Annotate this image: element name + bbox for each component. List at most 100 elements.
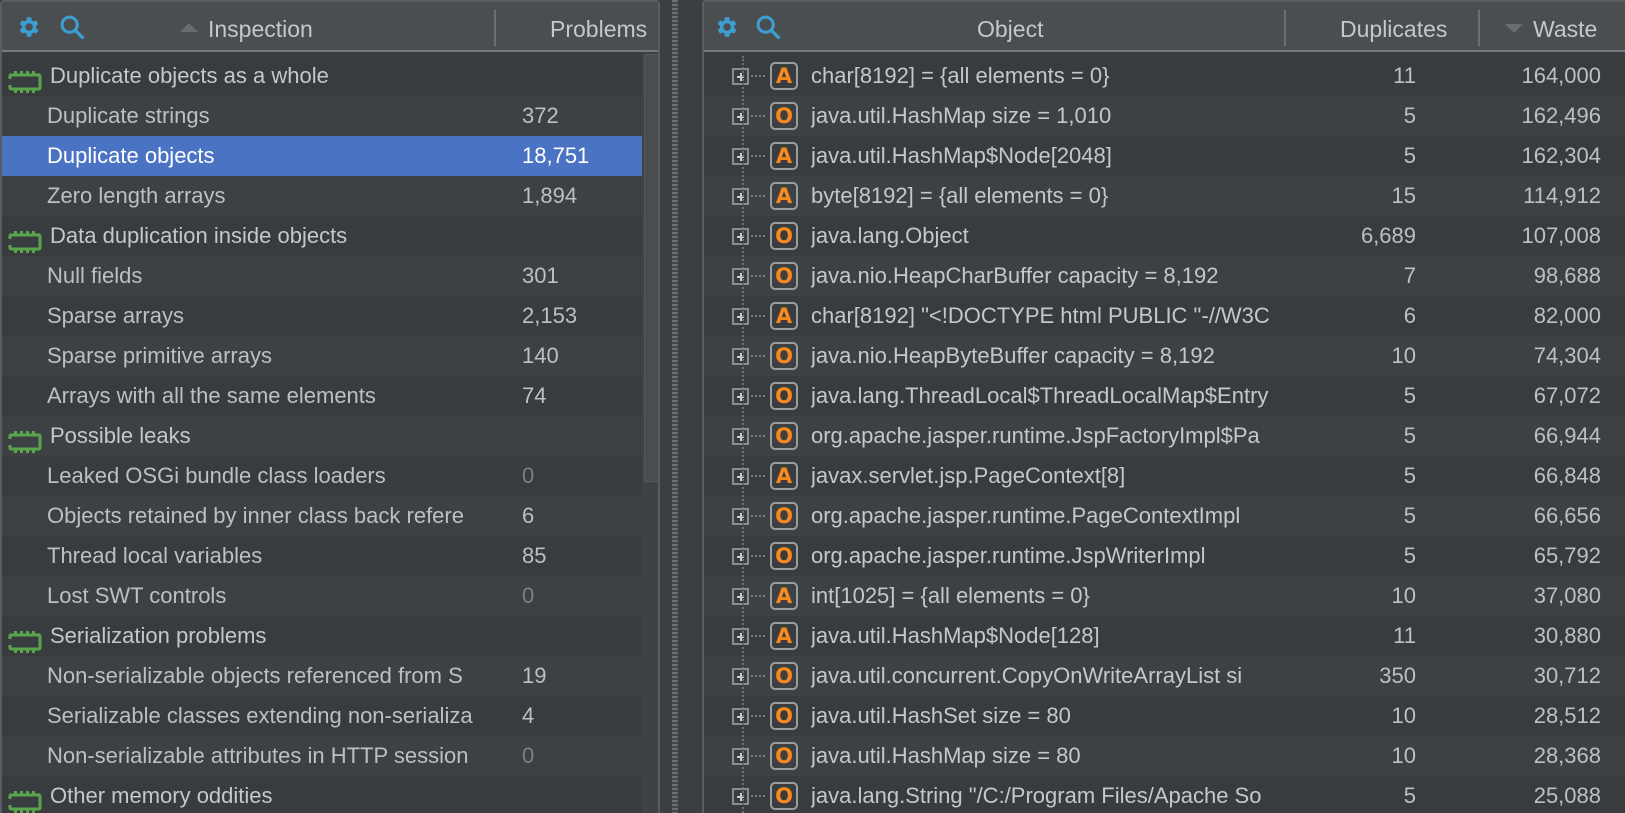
tree-connector bbox=[751, 595, 765, 597]
object-row[interactable]: Oorg.apache.jasper.runtime.PageContextIm… bbox=[704, 496, 1625, 536]
object-row[interactable]: Oorg.apache.jasper.runtime.JspFactoryImp… bbox=[704, 416, 1625, 456]
expand-icon[interactable] bbox=[732, 428, 749, 445]
splitter-grip[interactable] bbox=[672, 0, 678, 813]
object-row[interactable]: Ojava.lang.ThreadLocal$ThreadLocalMap$En… bbox=[704, 376, 1625, 416]
expand-icon[interactable] bbox=[732, 228, 749, 245]
expand-icon[interactable] bbox=[732, 628, 749, 645]
expand-icon[interactable] bbox=[732, 588, 749, 605]
column-divider[interactable] bbox=[494, 10, 496, 46]
expand-icon[interactable] bbox=[732, 188, 749, 205]
waste-bytes: 107,008 bbox=[1521, 223, 1601, 248]
object-row[interactable]: Ojava.util.HashMap size = 80 10 28,368 bbox=[704, 736, 1625, 776]
problem-count: 74 bbox=[522, 383, 547, 408]
inspection-row[interactable]: Serializable classes extending non-seria… bbox=[2, 696, 658, 736]
object-label: org.apache.jasper.runtime.PageContextImp… bbox=[811, 503, 1241, 528]
duplicates-count: 350 bbox=[1379, 663, 1416, 688]
object-row[interactable]: Aint[1025] = {all elements = 0} 10 37,080 bbox=[704, 576, 1625, 616]
object-row[interactable]: Ojava.lang.Object 6,689 107,008 bbox=[704, 216, 1625, 256]
gear-icon[interactable] bbox=[14, 13, 42, 41]
expand-icon[interactable] bbox=[732, 548, 749, 565]
tree-connector bbox=[751, 555, 765, 557]
expand-icon[interactable] bbox=[732, 268, 749, 285]
object-row[interactable]: Ojava.util.HashMap size = 1,010 5 162,496 bbox=[704, 96, 1625, 136]
expand-icon[interactable] bbox=[732, 708, 749, 725]
problem-count: 0 bbox=[522, 743, 535, 768]
object-row[interactable]: Ajavax.servlet.jsp.PageContext[8] 5 66,848 bbox=[704, 456, 1625, 496]
tree-connector bbox=[751, 115, 765, 117]
object-row[interactable]: Ojava.lang.String "/C:/Program Files/Apa… bbox=[704, 776, 1625, 813]
waste-bytes: 114,912 bbox=[1523, 183, 1601, 208]
inspection-row[interactable]: Zero length arrays 1,894 bbox=[2, 176, 658, 216]
object-label: java.lang.ThreadLocal$ThreadLocalMap$Ent… bbox=[811, 383, 1269, 408]
inspection-row[interactable]: Objects retained by inner class back ref… bbox=[2, 496, 658, 536]
object-row[interactable]: Ajava.util.HashMap$Node[2048] 5 162,304 bbox=[704, 136, 1625, 176]
inspection-category[interactable]: Other memory oddities bbox=[2, 776, 658, 813]
expand-icon[interactable] bbox=[732, 508, 749, 525]
array-kind-icon: A bbox=[770, 142, 798, 170]
column-header-waste[interactable]: Waste bbox=[1505, 2, 1597, 52]
inspection-row[interactable]: Duplicate objects 18,751 bbox=[2, 136, 658, 176]
expand-icon[interactable] bbox=[732, 68, 749, 85]
expand-icon[interactable] bbox=[732, 748, 749, 765]
pane-splitter[interactable] bbox=[664, 0, 694, 813]
column-header-inspection[interactable]: Inspection bbox=[180, 2, 313, 52]
inspections-tree: Duplicate objects as a whole Duplicate st… bbox=[2, 56, 658, 813]
expand-icon[interactable] bbox=[732, 668, 749, 685]
inspection-row[interactable]: Sparse primitive arrays 140 bbox=[2, 336, 658, 376]
object-row[interactable]: Achar[8192] = {all elements = 0} 11 164,00… bbox=[704, 56, 1625, 96]
sort-descending-icon bbox=[1505, 24, 1523, 34]
inspection-category[interactable]: Possible leaks bbox=[2, 416, 658, 456]
inspection-category[interactable]: Serialization problems bbox=[2, 616, 658, 656]
expand-icon[interactable] bbox=[732, 788, 749, 805]
object-label: org.apache.jasper.runtime.JspFactoryImpl… bbox=[811, 423, 1260, 448]
search-icon[interactable] bbox=[58, 13, 86, 41]
object-row[interactable]: Abyte[8192] = {all elements = 0} 15 114,91… bbox=[704, 176, 1625, 216]
tree-connector bbox=[751, 395, 765, 397]
inspection-row[interactable]: Non-serializable attributes in HTTP sess… bbox=[2, 736, 658, 776]
inspection-row[interactable]: Leaked OSGi bundle class loaders 0 bbox=[2, 456, 658, 496]
vertical-scrollbar[interactable] bbox=[642, 54, 658, 813]
inspection-category[interactable]: Duplicate objects as a whole bbox=[2, 56, 658, 96]
tree-connector bbox=[751, 355, 765, 357]
object-label: java.util.HashMap$Node[128] bbox=[811, 623, 1100, 648]
column-divider[interactable] bbox=[1284, 10, 1286, 46]
inspection-category[interactable]: Data duplication inside objects bbox=[2, 216, 658, 256]
inspection-row[interactable]: Arrays with all the same elements 74 bbox=[2, 376, 658, 416]
column-header-object[interactable]: Object bbox=[977, 2, 1043, 52]
inspection-row[interactable]: Thread local variables 85 bbox=[2, 536, 658, 576]
object-row[interactable]: Ojava.nio.HeapCharBuffer capacity = 8,19… bbox=[704, 256, 1625, 296]
expand-icon[interactable] bbox=[732, 468, 749, 485]
inspection-row[interactable]: Non-serializable objects referenced from… bbox=[2, 656, 658, 696]
category-label: Serialization problems bbox=[50, 623, 267, 648]
object-row[interactable]: Ajava.util.HashMap$Node[128] 11 30,880 bbox=[704, 616, 1625, 656]
object-kind-icon: O bbox=[770, 502, 798, 530]
object-row[interactable]: Ojava.nio.HeapByteBuffer capacity = 8,19… bbox=[704, 336, 1625, 376]
inspection-row[interactable]: Duplicate strings 372 bbox=[2, 96, 658, 136]
object-row[interactable]: Ojava.util.HashSet size = 80 10 28,512 bbox=[704, 696, 1625, 736]
tree-connector bbox=[751, 515, 765, 517]
inspection-row[interactable]: Null fields 301 bbox=[2, 256, 658, 296]
search-icon[interactable] bbox=[754, 13, 782, 41]
waste-bytes: 25,088 bbox=[1533, 783, 1601, 808]
array-kind-icon: A bbox=[770, 182, 798, 210]
object-row[interactable]: Ojava.util.concurrent.CopyOnWriteArrayLi… bbox=[704, 656, 1625, 696]
problem-count: 0 bbox=[522, 463, 535, 488]
tree-connector bbox=[751, 275, 765, 277]
expand-icon[interactable] bbox=[732, 388, 749, 405]
waste-bytes: 164,000 bbox=[1521, 63, 1601, 88]
inspection-row[interactable]: Sparse arrays 2,153 bbox=[2, 296, 658, 336]
column-header-duplicates[interactable]: Duplicates bbox=[1340, 2, 1447, 52]
inspection-row[interactable]: Lost SWT controls 0 bbox=[2, 576, 658, 616]
expand-icon[interactable] bbox=[732, 348, 749, 365]
object-row[interactable]: Oorg.apache.jasper.runtime.JspWriterImpl… bbox=[704, 536, 1625, 576]
duplicates-count: 11 bbox=[1393, 63, 1416, 88]
expand-icon[interactable] bbox=[732, 108, 749, 125]
expand-icon[interactable] bbox=[732, 308, 749, 325]
scrollbar-thumb[interactable] bbox=[644, 54, 658, 482]
object-row[interactable]: Achar[8192] "<!DOCTYPE html PUBLIC "-//W… bbox=[704, 296, 1625, 336]
expand-icon[interactable] bbox=[732, 148, 749, 165]
waste-bytes: 28,512 bbox=[1533, 703, 1601, 728]
column-header-problems[interactable]: Problems bbox=[550, 2, 647, 52]
column-divider[interactable] bbox=[1478, 10, 1480, 46]
gear-icon[interactable] bbox=[712, 13, 740, 41]
